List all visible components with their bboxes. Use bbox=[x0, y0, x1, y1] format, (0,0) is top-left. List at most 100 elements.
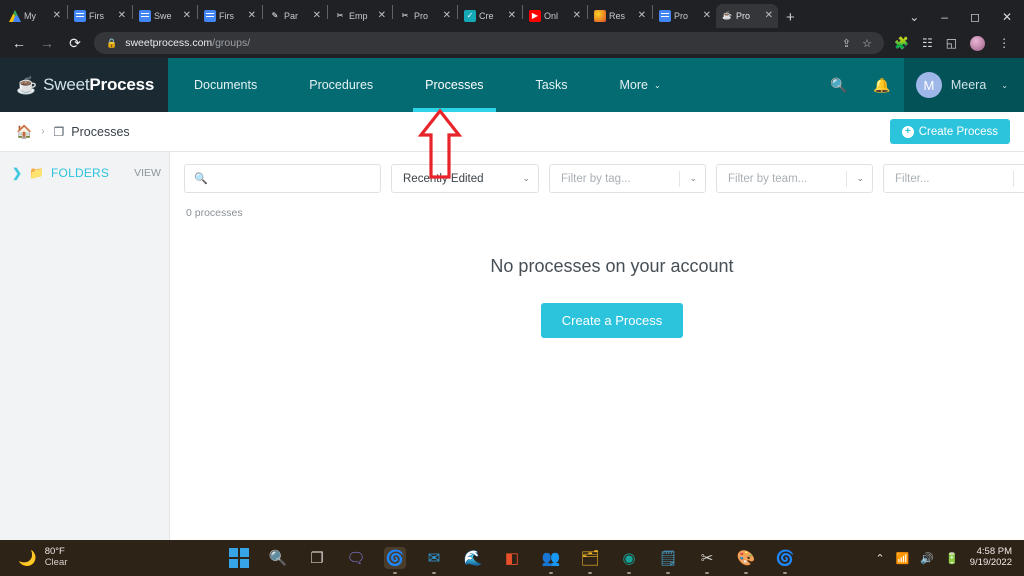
close-icon[interactable]: ✕ bbox=[118, 11, 126, 21]
battery-icon[interactable]: 🔋 bbox=[945, 552, 959, 565]
notepad-icon[interactable]: 🗒 bbox=[657, 547, 679, 574]
sidebar-folders-row[interactable]: ❯ 📁 FOLDERS VIEW bbox=[0, 166, 169, 180]
minimize-button[interactable]: – bbox=[941, 10, 948, 24]
microsoft-teams-icon[interactable]: 👥 bbox=[540, 547, 562, 574]
profile-avatar-icon[interactable] bbox=[970, 35, 986, 51]
start-windows-icon[interactable] bbox=[228, 547, 250, 569]
new-tab-button[interactable]: + bbox=[786, 10, 795, 25]
close-icon[interactable]: ✕ bbox=[248, 11, 256, 21]
sidebar-view-link[interactable]: VIEW bbox=[134, 167, 161, 179]
browser-tab[interactable]: ✎ Par ✕ bbox=[264, 4, 326, 28]
filter-by-team-dropdown[interactable]: Filter by team... ⌄ bbox=[716, 164, 873, 193]
browser-tab[interactable]: Firs ✕ bbox=[69, 4, 131, 28]
taskbar-weather-widget[interactable]: 🌙 80°F Clear bbox=[0, 546, 67, 569]
google-docs-icon bbox=[659, 10, 671, 22]
wondershare-icon[interactable]: ◉ bbox=[618, 547, 640, 574]
browser-tab[interactable]: Pro ✕ bbox=[654, 4, 716, 28]
scissors-icon: ✂ bbox=[401, 11, 409, 20]
browser-tab[interactable]: Firs ✕ bbox=[199, 4, 261, 28]
tab-label: Onl bbox=[544, 11, 559, 21]
share-icon[interactable]: ⇪ bbox=[842, 37, 851, 50]
task-view-icon[interactable]: ❐ bbox=[306, 547, 328, 569]
search-icon[interactable]: 🔍 bbox=[817, 58, 860, 112]
logo-text: SweetProcess bbox=[43, 75, 154, 95]
speaker-icon[interactable]: 🔊 bbox=[920, 552, 934, 565]
close-icon[interactable]: ✕ bbox=[443, 11, 451, 21]
scissors-icon: ✂ bbox=[336, 11, 344, 20]
folder-icon: 📁 bbox=[29, 166, 45, 180]
close-icon[interactable]: ✕ bbox=[508, 11, 516, 21]
close-icon[interactable]: ✕ bbox=[573, 11, 581, 21]
tab-label: Emp bbox=[349, 11, 368, 21]
google-chrome-icon[interactable]: 🌀 bbox=[384, 547, 406, 574]
nav-item-procedures[interactable]: Procedures bbox=[283, 58, 399, 112]
close-icon[interactable]: ✕ bbox=[53, 11, 61, 21]
nav-label: More bbox=[619, 78, 648, 92]
nav-item-documents[interactable]: Documents bbox=[168, 58, 283, 112]
chat-teams-icon[interactable]: 🗨 bbox=[345, 547, 367, 569]
close-icon[interactable]: ✕ bbox=[765, 11, 773, 21]
snipping-tool-icon[interactable]: ✂ bbox=[696, 547, 718, 574]
tab-label: Pro bbox=[736, 11, 751, 21]
orange-globe-icon bbox=[594, 10, 606, 22]
chrome-profile-icon[interactable]: 🌀 bbox=[774, 547, 796, 574]
forward-button[interactable]: → bbox=[38, 35, 56, 51]
browser-tab[interactable]: ✂ Emp ✕ bbox=[329, 4, 391, 28]
reload-button[interactable]: ⟳ bbox=[66, 35, 84, 52]
taskbar-clock[interactable]: 4:58 PM 9/19/2022 bbox=[970, 546, 1012, 569]
browser-tab[interactable]: ✂ Pro ✕ bbox=[394, 4, 456, 28]
window-controls: ⌄ – ◻ ✕ bbox=[909, 10, 1024, 28]
address-bar[interactable]: 🔒 sweetprocess.com/groups/ ⇪ ☆ bbox=[94, 32, 884, 54]
tray-chevron-up-icon[interactable]: ⌃ bbox=[875, 552, 884, 565]
browser-tab[interactable]: ▶ Onl ✕ bbox=[524, 4, 586, 28]
tab-search-chevron-icon[interactable]: ⌄ bbox=[909, 10, 919, 24]
nav-item-processes[interactable]: Processes bbox=[399, 58, 509, 112]
browser-tab[interactable]: Swe ✕ bbox=[134, 4, 196, 28]
microsoft-edge-icon[interactable]: 🌊 bbox=[462, 547, 484, 569]
close-icon[interactable]: ✕ bbox=[378, 11, 386, 21]
browser-tab[interactable]: My ✕ bbox=[4, 4, 66, 28]
filter-by-tag-dropdown[interactable]: Filter by tag... ⌄ bbox=[549, 164, 706, 193]
browser-tab-active[interactable]: ☕ Pro ✕ bbox=[716, 4, 778, 28]
side-panel-icon[interactable]: ◱ bbox=[946, 36, 957, 50]
file-explorer-icon[interactable]: 🗂 bbox=[579, 547, 601, 574]
back-button[interactable]: ← bbox=[10, 35, 28, 51]
breadcrumb: 🏠 › ❐ Processes + Create Process bbox=[0, 112, 1024, 152]
create-process-button[interactable]: + Create Process bbox=[889, 119, 1010, 144]
search-input[interactable] bbox=[214, 172, 371, 185]
close-icon[interactable]: ✕ bbox=[703, 11, 711, 21]
close-icon[interactable]: ✕ bbox=[313, 11, 321, 21]
user-menu[interactable]: M Meera ⌄ bbox=[903, 58, 1024, 112]
notification-bell-icon[interactable]: 🔔 bbox=[860, 58, 903, 112]
close-window-button[interactable]: ✕ bbox=[1002, 10, 1012, 24]
search-box[interactable]: 🔍 bbox=[184, 164, 381, 193]
bookmark-star-icon[interactable]: ☆ bbox=[862, 37, 872, 50]
close-icon[interactable]: ✕ bbox=[638, 11, 646, 21]
three-dot-menu-icon[interactable]: ⋮ bbox=[998, 36, 1010, 50]
reading-list-icon[interactable]: ☷ bbox=[922, 36, 933, 50]
maximize-button[interactable]: ◻ bbox=[970, 10, 980, 24]
search-icon[interactable]: 🔍 bbox=[267, 547, 289, 569]
url-domain: sweetprocess.com bbox=[125, 37, 213, 49]
nav-item-tasks[interactable]: Tasks bbox=[510, 58, 594, 112]
browser-tab[interactable]: Res ✕ bbox=[589, 4, 651, 28]
chevron-right-icon[interactable]: ❯ bbox=[12, 166, 22, 180]
filter-dropdown[interactable]: Filter... ⌄ bbox=[883, 164, 1024, 193]
office-icon[interactable]: ◧ bbox=[501, 547, 523, 569]
omnibox-bar: ← → ⟳ 🔒 sweetprocess.com/groups/ ⇪ ☆ 🧩 ☷… bbox=[0, 28, 1024, 58]
close-icon[interactable]: ✕ bbox=[183, 11, 191, 21]
logo-text-light: Sweet bbox=[43, 75, 90, 94]
sort-dropdown[interactable]: Recently Edited ⌄ bbox=[391, 164, 539, 193]
app-logo[interactable]: ☕ SweetProcess bbox=[0, 58, 168, 112]
create-a-process-button[interactable]: Create a Process bbox=[540, 303, 684, 338]
browser-tab[interactable]: ✓ Cre ✕ bbox=[459, 4, 521, 28]
home-icon[interactable]: 🏠 bbox=[16, 124, 32, 140]
paint-icon[interactable]: 🎨 bbox=[735, 547, 757, 574]
pen-icon: ✎ bbox=[271, 11, 279, 20]
extensions-puzzle-icon[interactable]: 🧩 bbox=[894, 36, 909, 50]
nav-item-more[interactable]: More ⌄ bbox=[593, 58, 686, 112]
wifi-icon[interactable]: 📶 bbox=[896, 552, 910, 565]
screen: My ✕ Firs ✕ Swe ✕ Firs ✕ ✎ Par ✕ ✂ Emp ✕… bbox=[0, 0, 1024, 576]
mail-icon[interactable]: ✉ bbox=[423, 547, 445, 574]
sidebar: ❯ 📁 FOLDERS VIEW bbox=[0, 152, 170, 563]
